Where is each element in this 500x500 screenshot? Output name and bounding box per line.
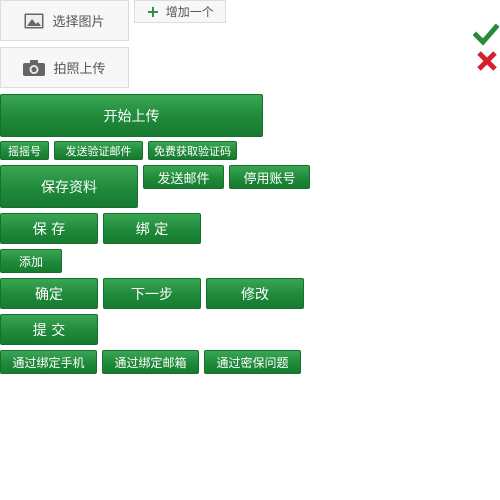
send-email-button[interactable]: 发送邮件	[143, 165, 224, 189]
get-free-code-button[interactable]: 免费获取验证码	[148, 141, 237, 160]
camera-icon	[23, 59, 46, 76]
bind-label: 绑 定	[135, 221, 169, 238]
send-verification-email-button[interactable]: 发送验证邮件	[54, 141, 143, 160]
verify-via-phone-label: 通过绑定手机	[12, 355, 85, 370]
next-step-button[interactable]: 下一步	[103, 278, 201, 309]
edit-label: 修改	[241, 286, 269, 303]
submit-button[interactable]: 提 交	[0, 314, 98, 345]
take-photo-button[interactable]: 拍照上传	[0, 47, 129, 88]
disable-account-button[interactable]: 停用账号	[229, 165, 310, 189]
verify-via-phone-button[interactable]: 通过绑定手机	[0, 350, 97, 374]
disable-account-label: 停用账号	[243, 171, 296, 187]
get-free-code-label: 免费获取验证码	[154, 144, 231, 158]
image-icon	[24, 13, 44, 29]
take-photo-label: 拍照上传	[53, 62, 106, 77]
add-more-label: 增加一个	[165, 5, 214, 19]
choose-image-label: 选择图片	[52, 15, 105, 30]
send-email-label: 发送邮件	[157, 171, 210, 187]
shake-label: 摇摇号	[8, 144, 41, 158]
start-upload-label: 开始上传	[103, 108, 160, 125]
verify-via-email-label: 通过绑定邮箱	[114, 355, 187, 370]
confirm-label: 确定	[35, 286, 63, 303]
add-button[interactable]: 添加	[0, 249, 62, 273]
edit-button[interactable]: 修改	[206, 278, 304, 309]
choose-image-button[interactable]: 选择图片	[0, 0, 129, 41]
save-label: 保 存	[32, 221, 66, 238]
verify-via-question-button[interactable]: 通过密保问题	[204, 350, 301, 374]
shake-button[interactable]: 摇摇号	[0, 141, 49, 160]
verify-via-question-label: 通过密保问题	[216, 355, 289, 370]
cross-icon	[476, 51, 498, 71]
confirm-button[interactable]: 确定	[0, 278, 98, 309]
plus-icon: +	[146, 1, 160, 21]
save-info-button[interactable]: 保存资料	[0, 165, 138, 208]
checkmark-icon	[472, 23, 500, 46]
bind-button[interactable]: 绑 定	[103, 213, 201, 244]
save-button[interactable]: 保 存	[0, 213, 98, 244]
submit-label: 提 交	[32, 322, 66, 339]
add-more-button[interactable]: + 增加一个	[134, 0, 226, 23]
save-info-label: 保存资料	[41, 179, 97, 196]
next-step-label: 下一步	[131, 286, 173, 303]
add-label: 添加	[18, 254, 43, 269]
send-verification-email-label: 发送验证邮件	[65, 144, 132, 158]
start-upload-button[interactable]: 开始上传	[0, 94, 263, 137]
verify-via-email-button[interactable]: 通过绑定邮箱	[102, 350, 199, 374]
